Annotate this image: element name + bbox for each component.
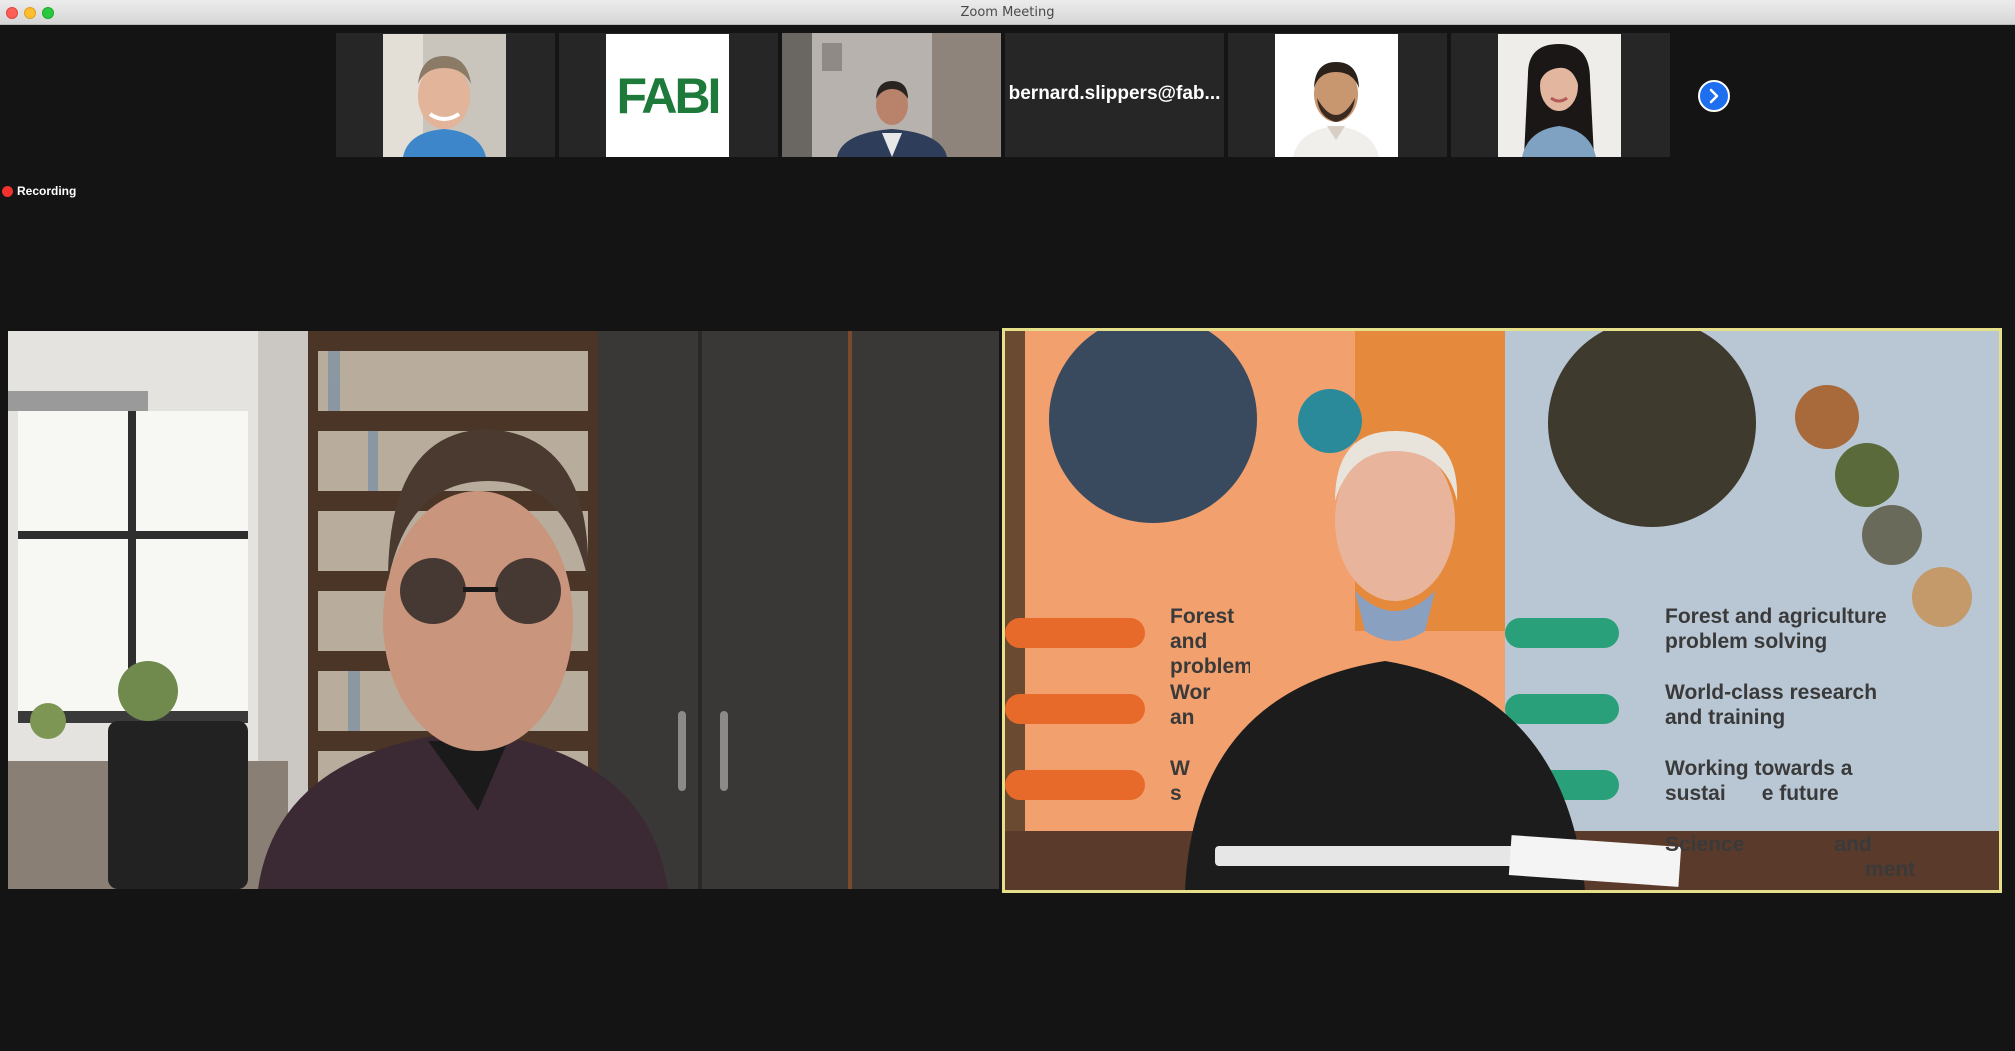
- chevron-right-icon: [1709, 88, 1719, 104]
- backdrop-text-right-1: Forest and agriculture problem solving: [1665, 605, 1887, 653]
- title-bar: Zoom Meeting: [0, 0, 2015, 25]
- backdrop-text-right-2: World-class research and training: [1665, 681, 1878, 729]
- participant-thumbnail[interactable]: bernard.slippers@fab...: [1005, 33, 1224, 157]
- backdrop-text-right-4: Science and ment: [1665, 833, 1916, 881]
- recording-indicator: Recording: [2, 183, 76, 199]
- participant-video: [1498, 34, 1621, 157]
- recording-label: Recording: [17, 184, 77, 198]
- participant-thumbnail[interactable]: [1451, 33, 1670, 157]
- participant-video: [1275, 34, 1398, 157]
- participant-thumbnail[interactable]: FABI: [559, 33, 778, 157]
- recording-dot-icon: [2, 185, 13, 197]
- backdrop-text-left-2: Wor an: [1170, 681, 1211, 729]
- fabi-logo: FABI: [606, 34, 729, 157]
- participant-video: [782, 33, 1001, 157]
- participant-thumbnail[interactable]: [336, 33, 555, 157]
- video-tile-left[interactable]: [8, 331, 999, 889]
- next-page-button[interactable]: [1698, 80, 1730, 112]
- participant-video-left: [8, 331, 999, 889]
- backdrop-text-left-1: Forest and problem: [1170, 605, 1250, 678]
- participant-thumbnail[interactable]: [1228, 33, 1447, 157]
- participant-thumbnail[interactable]: [782, 33, 1001, 157]
- participant-name: bernard.slippers@fab...: [1008, 83, 1221, 104]
- backdrop-text-left-3: Ws: [1170, 757, 1190, 805]
- backdrop-text-right-3: Working towards a sustai e future: [1665, 757, 1853, 805]
- window-title: Zoom Meeting: [960, 5, 1055, 20]
- video-tile-right-active-speaker[interactable]: Forest and problem Wor an Ws Forest and ag…: [1002, 328, 2002, 893]
- participant-thumbnail-strip: FABI bernard.slippers@fab...: [336, 33, 1672, 157]
- participant-video: [383, 34, 506, 157]
